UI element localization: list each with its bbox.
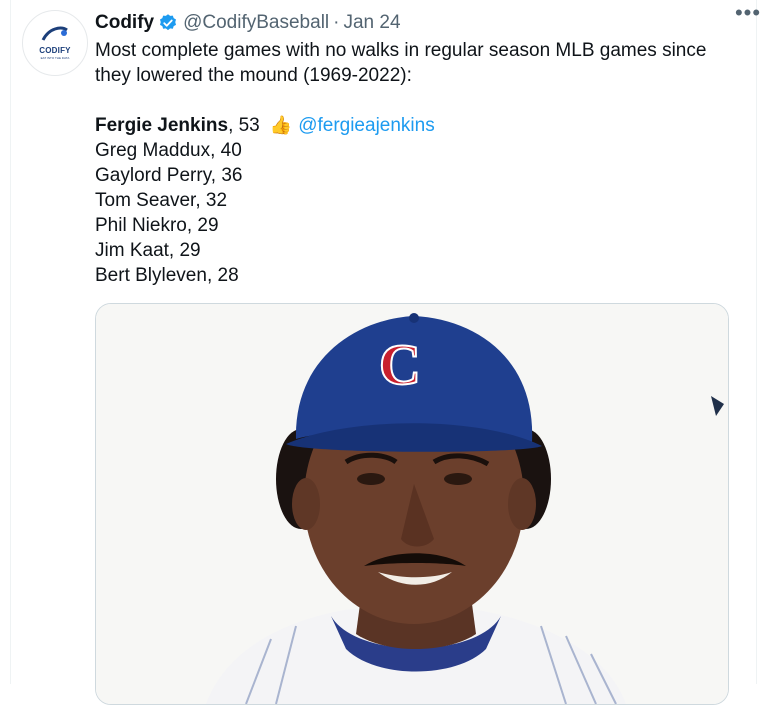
leader-name: Fergie Jenkins: [95, 115, 229, 136]
mention-link[interactable]: @fergieajenkins: [298, 115, 435, 136]
cap-logo: C: [379, 332, 421, 397]
leaders-list: Fergie Jenkins, 53 👍 @fergieajenkins Greg …: [95, 113, 435, 288]
verified-badge-icon: [158, 13, 178, 33]
author-name[interactable]: Codify: [95, 12, 154, 34]
thumbs-up-icon: 👍: [269, 115, 293, 135]
avatar-brand: CODIFY: [39, 46, 71, 55]
list-item: Jim Kaat, 29: [95, 240, 201, 261]
baseball-logo-icon: [41, 26, 68, 41]
tweet-header: Codify @CodifyBaseball · Jan 24: [95, 10, 777, 36]
list-item: Tom Seaver, 32: [95, 190, 228, 211]
tweet-text-line-2: they lowered the mound (1969-2022):: [95, 65, 412, 86]
more-options-icon[interactable]: •••: [733, 0, 763, 26]
list-item: Gaylord Perry, 36: [95, 165, 243, 186]
author-handle[interactable]: @CodifyBaseball: [183, 12, 329, 34]
tweet-photo[interactable]: C: [95, 303, 729, 705]
leader-value: , 53: [228, 115, 260, 136]
list-item: Greg Maddux, 40: [95, 140, 242, 161]
list-item: Phil Niekro, 29: [95, 215, 219, 236]
post-date[interactable]: Jan 24: [343, 12, 400, 34]
list-item: Fergie Jenkins, 53 👍 @fergieajenkins: [95, 113, 435, 138]
tweet-text-line-1: Most complete games with no walks in reg…: [95, 40, 707, 61]
player-portrait-image: C: [96, 304, 728, 704]
avatar-tagline: EAT INTO THE DATA: [40, 56, 70, 60]
list-item: Bert Blyleven, 28: [95, 265, 239, 286]
tweet-text: Most complete games with no walks in reg…: [95, 38, 725, 88]
separator-dot: ·: [333, 12, 340, 33]
avatar[interactable]: CODIFY EAT INTO THE DATA: [22, 10, 88, 76]
